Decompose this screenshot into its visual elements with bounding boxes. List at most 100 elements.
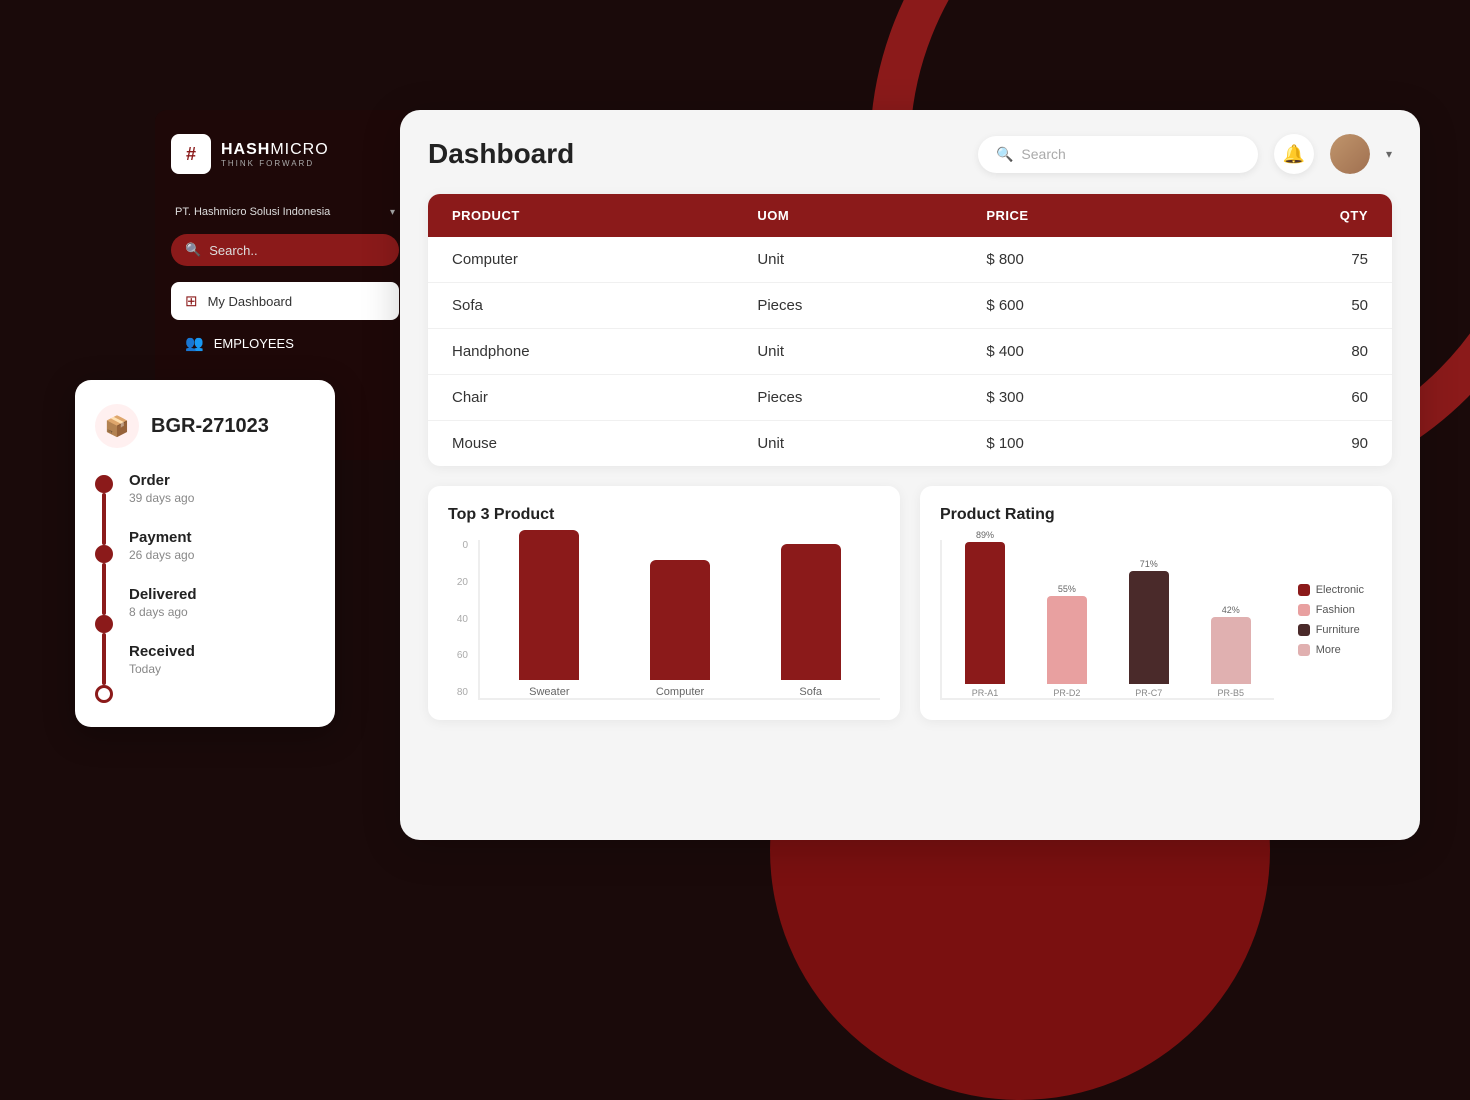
legend-dot-fashion	[1298, 604, 1310, 616]
main-search-bar[interactable]: 🔍	[978, 136, 1258, 173]
logo-tagline: THINK FORWARD	[221, 159, 329, 168]
timeline-steps: Order 39 days ago Payment 26 days ago De…	[129, 472, 315, 703]
table-row: Sofa Pieces $ 600 50	[428, 283, 1392, 329]
cell-uom-1: Pieces	[757, 297, 986, 314]
dashboard-header: Dashboard 🔍 🔔 ▾	[428, 134, 1392, 174]
company-selector[interactable]: PT. Hashmicro Solusi Indonesia ▾	[171, 206, 399, 218]
rbar-prc7-label: PR-C7	[1135, 688, 1162, 698]
timeline-dot-3	[95, 615, 113, 633]
avatar	[1330, 134, 1370, 174]
step-payment-time: 26 days ago	[129, 548, 315, 562]
logo-icon: #	[171, 134, 211, 174]
timeline-line-1	[102, 493, 106, 545]
step-order-label: Order	[129, 472, 315, 489]
rating-bar-prb5: 42% PR-B5	[1198, 605, 1264, 698]
table-row: Handphone Unit $ 400 80	[428, 329, 1392, 375]
cell-product-0: Computer	[452, 251, 757, 268]
timeline-dot-2	[95, 545, 113, 563]
cell-product-3: Chair	[452, 389, 757, 406]
cell-price-0: $ 800	[986, 251, 1215, 268]
legend-dot-more	[1298, 644, 1310, 656]
search-icon: 🔍	[185, 242, 201, 258]
table-row: Chair Pieces $ 300 60	[428, 375, 1392, 421]
step-received-time: Today	[129, 662, 315, 676]
logo-name: HASHMICRO	[221, 141, 329, 159]
legend-fashion: Fashion	[1298, 604, 1364, 616]
step-order-time: 39 days ago	[129, 491, 315, 505]
timeline-dot-4	[95, 685, 113, 703]
cell-qty-3: 60	[1215, 389, 1368, 406]
chevron-avatar-icon: ▾	[1386, 147, 1392, 161]
rating-bar-prd2: 55% PR-D2	[1034, 584, 1100, 698]
rbar-prd2-fill	[1047, 596, 1087, 684]
rating-chart-title: Product Rating	[940, 506, 1372, 524]
bar-computer: Computer	[631, 560, 730, 698]
legend-furniture: Furniture	[1298, 624, 1364, 636]
legend-dot-electronic	[1298, 584, 1310, 596]
main-panel: Dashboard 🔍 🔔 ▾ PRODUCT UoM PRICE QTY Co…	[400, 110, 1420, 840]
bar-sofa: Sofa	[761, 544, 860, 698]
sidebar-search[interactable]: 🔍	[171, 234, 399, 266]
bar-sofa-fill	[781, 544, 841, 680]
step-payment-label: Payment	[129, 529, 315, 546]
timeline-line-3	[102, 633, 106, 685]
col-product: PRODUCT	[452, 208, 757, 223]
bar-sweater-fill	[519, 530, 579, 680]
legend-label-fashion: Fashion	[1316, 604, 1355, 616]
timeline-step-received: Received Today	[129, 643, 315, 700]
timeline-line-2	[102, 563, 106, 615]
step-delivered-label: Delivered	[129, 586, 315, 603]
col-uom: UoM	[757, 208, 986, 223]
product-table: PRODUCT UoM PRICE QTY Computer Unit $ 80…	[428, 194, 1392, 466]
top3-bars: Sweater Computer Sofa	[478, 540, 880, 700]
cell-price-4: $ 100	[986, 435, 1215, 452]
rating-bar-prc7: 71% PR-C7	[1116, 559, 1182, 698]
cell-qty-2: 80	[1215, 343, 1368, 360]
top3-chart-title: Top 3 Product	[448, 506, 880, 524]
legend-label-electronic: Electronic	[1316, 584, 1364, 596]
timeline-dot-1	[95, 475, 113, 493]
top3-chart-body: 80 60 40 20 0 Sweater Computer	[448, 540, 880, 700]
col-price: PRICE	[986, 208, 1215, 223]
bar-sweater-label: Sweater	[529, 686, 569, 698]
chevron-down-icon: ▾	[390, 207, 395, 218]
sidebar-item-employees[interactable]: 👥 EMPLOYEES	[171, 324, 399, 362]
rating-chart-card: Product Rating 89% PR-A1 55% PR-D2 71%	[920, 486, 1392, 720]
pct-prd2: 55%	[1058, 584, 1076, 594]
cell-uom-2: Unit	[757, 343, 986, 360]
col-qty: QTY	[1215, 208, 1368, 223]
sidebar-dashboard-label: My Dashboard	[208, 294, 293, 309]
bar-sweater: Sweater	[500, 530, 599, 698]
bar-computer-label: Computer	[656, 686, 704, 698]
cell-qty-0: 75	[1215, 251, 1368, 268]
top3-bar-area: Sweater Computer Sofa	[478, 540, 880, 700]
legend-electronic: Electronic	[1298, 584, 1364, 596]
bell-icon: 🔔	[1283, 144, 1305, 165]
table-row: Computer Unit $ 800 75	[428, 237, 1392, 283]
header-actions: 🔍 🔔 ▾	[978, 134, 1392, 174]
cell-price-3: $ 300	[986, 389, 1215, 406]
rbar-prb5-label: PR-B5	[1217, 688, 1244, 698]
order-id: BGR-271023	[151, 415, 269, 438]
timeline-step-delivered: Delivered 8 days ago	[129, 586, 315, 643]
timeline-track	[95, 472, 113, 703]
logo-text: HASHMICRO THINK FORWARD	[221, 141, 329, 168]
top3-chart-card: Top 3 Product 80 60 40 20 0 Sweater	[428, 486, 900, 720]
rbar-prb5-fill	[1211, 617, 1251, 684]
sidebar-search-input[interactable]	[209, 243, 385, 258]
search-icon-main: 🔍	[996, 146, 1013, 163]
avatar-button[interactable]	[1330, 134, 1370, 174]
notification-button[interactable]: 🔔	[1274, 134, 1314, 174]
sidebar-item-dashboard[interactable]: ⊞ My Dashboard	[171, 282, 399, 320]
legend-label-furniture: Furniture	[1316, 624, 1360, 636]
rating-chart-body: 89% PR-A1 55% PR-D2 71% PR-C7	[940, 540, 1372, 700]
y-axis-labels: 80 60 40 20 0	[448, 540, 468, 700]
order-card-header: 📦 BGR-271023	[95, 404, 315, 448]
cell-qty-4: 90	[1215, 435, 1368, 452]
step-received-label: Received	[129, 643, 315, 660]
search-input[interactable]	[1021, 146, 1240, 162]
legend-more: More	[1298, 644, 1364, 656]
pct-pra1: 89%	[976, 530, 994, 540]
cell-price-2: $ 400	[986, 343, 1215, 360]
legend-label-more: More	[1316, 644, 1341, 656]
